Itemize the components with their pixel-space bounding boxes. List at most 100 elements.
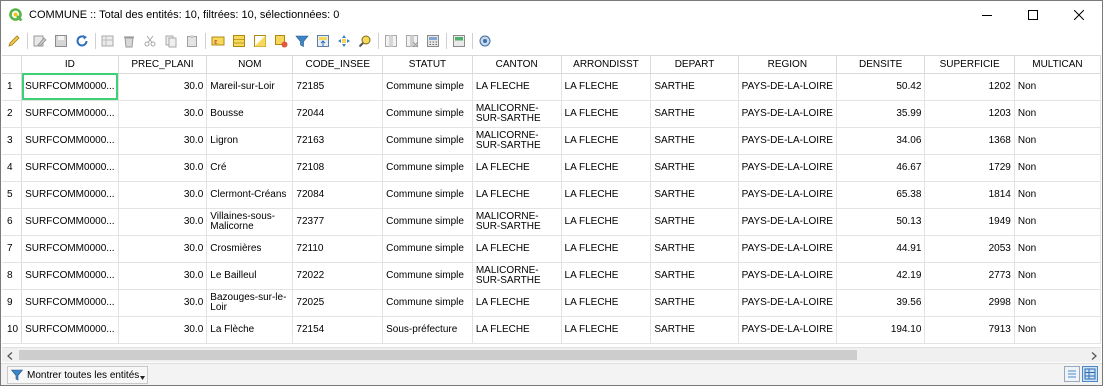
delete-feature-icon[interactable] bbox=[121, 33, 137, 49]
cell-statut[interactable]: Commune simple bbox=[382, 181, 473, 209]
conditional-formatting-icon[interactable] bbox=[451, 33, 467, 49]
cell-densite[interactable]: 42.19 bbox=[836, 262, 926, 290]
cell-id[interactable]: SURFCOMM0000... bbox=[21, 181, 119, 209]
cell-depart[interactable]: SARTHE bbox=[650, 316, 739, 344]
select-by-expression-icon[interactable]: ε bbox=[210, 33, 226, 49]
row-number[interactable]: 6 bbox=[2, 208, 23, 236]
cell-depart[interactable]: SARTHE bbox=[650, 127, 739, 155]
cell-superficie[interactable]: 1729 bbox=[924, 154, 1015, 182]
cell-region[interactable]: PAYS-DE-LA-LOIRE bbox=[738, 154, 837, 182]
row-number[interactable]: 4 bbox=[2, 154, 23, 182]
cell-code-insee[interactable]: 72163 bbox=[292, 127, 384, 155]
copy-icon[interactable] bbox=[163, 33, 179, 49]
cell-code-insee[interactable]: 72022 bbox=[292, 262, 384, 290]
show-all-features-button[interactable]: Montrer toutes les entités bbox=[7, 366, 148, 384]
cell-superficie[interactable]: 2773 bbox=[924, 262, 1015, 290]
actions-icon[interactable] bbox=[477, 33, 493, 49]
row-number[interactable]: 3 bbox=[2, 127, 23, 155]
cell-canton[interactable]: LA FLECHE bbox=[472, 289, 562, 317]
cell-id[interactable]: SURFCOMM0000... bbox=[21, 316, 119, 344]
row-number[interactable]: 10 bbox=[2, 316, 23, 344]
reload-icon[interactable] bbox=[74, 33, 90, 49]
cell-superficie[interactable]: 7913 bbox=[924, 316, 1015, 344]
cell-densite[interactable]: 34.06 bbox=[836, 127, 926, 155]
cell-id[interactable]: SURFCOMM0000... bbox=[21, 262, 119, 290]
row-number[interactable]: 2 bbox=[2, 100, 23, 128]
cell-code-insee[interactable]: 72377 bbox=[292, 208, 384, 236]
cell-superficie[interactable]: 1949 bbox=[924, 208, 1015, 236]
table-row[interactable]: 6 SURFCOMM0000... 30.0 Villaines-sous-Malic… bbox=[2, 208, 1101, 236]
cell-canton[interactable]: LA FLECHE bbox=[472, 154, 562, 182]
cell-prec-plani[interactable]: 30.0 bbox=[118, 181, 208, 209]
cell-prec-plani[interactable]: 30.0 bbox=[118, 208, 208, 236]
column-header[interactable]: REGION bbox=[738, 56, 837, 74]
cell-multican[interactable]: Non bbox=[1014, 316, 1101, 344]
paste-icon[interactable] bbox=[184, 33, 200, 49]
cell-nom[interactable]: Ligron bbox=[206, 127, 294, 155]
column-header[interactable]: SUPERFICIE bbox=[924, 56, 1015, 74]
cell-nom[interactable]: Villaines-sous-Malicorne bbox=[206, 208, 294, 236]
cell-code-insee[interactable]: 72185 bbox=[292, 73, 384, 101]
cell-depart[interactable]: SARTHE bbox=[650, 262, 739, 290]
cell-densite[interactable]: 65.38 bbox=[836, 181, 926, 209]
column-header[interactable]: STATUT bbox=[382, 56, 473, 74]
table-row[interactable]: 1 SURFCOMM0000... 30.0 Mareil-sur-Loir 72185… bbox=[2, 73, 1101, 101]
cell-nom[interactable]: Bousse bbox=[206, 100, 294, 128]
column-header[interactable]: DEPART bbox=[650, 56, 739, 74]
column-header[interactable]: PREC_PLANI bbox=[118, 56, 208, 74]
corner-cell[interactable] bbox=[2, 56, 23, 74]
scroll-right-button[interactable] bbox=[1086, 348, 1101, 363]
cell-multican[interactable]: Non bbox=[1014, 262, 1101, 290]
scroll-left-button[interactable] bbox=[2, 348, 17, 363]
scrollbar-thumb[interactable] bbox=[19, 350, 857, 360]
cell-canton[interactable]: MALICORNE-SUR-SARTHE bbox=[472, 262, 562, 290]
invert-selection-icon[interactable] bbox=[252, 33, 268, 49]
deselect-all-icon[interactable] bbox=[273, 33, 289, 49]
delete-field-icon[interactable] bbox=[404, 33, 420, 49]
cell-statut[interactable]: Commune simple bbox=[382, 235, 473, 263]
column-header[interactable]: CODE_INSEE bbox=[292, 56, 384, 74]
cell-nom[interactable]: Le Bailleul bbox=[206, 262, 294, 290]
cell-region[interactable]: PAYS-DE-LA-LOIRE bbox=[738, 127, 837, 155]
form-view-button[interactable] bbox=[1064, 366, 1080, 382]
cell-arrondisst[interactable]: LA FLECHE bbox=[561, 100, 652, 128]
attribute-table[interactable]: ID PREC_PLANI NOM CODE_INSEE STATUT CANT… bbox=[2, 55, 1101, 345]
cell-statut[interactable]: Commune simple bbox=[382, 127, 473, 155]
cell-id[interactable]: SURFCOMM0000... bbox=[21, 100, 119, 128]
cell-id[interactable]: SURFCOMM0000... bbox=[21, 235, 119, 263]
move-selection-top-icon[interactable] bbox=[315, 33, 331, 49]
cell-region[interactable]: PAYS-DE-LA-LOIRE bbox=[738, 100, 837, 128]
cell-canton[interactable]: MALICORNE-SUR-SARTHE bbox=[472, 100, 562, 128]
maximize-button[interactable] bbox=[1010, 1, 1056, 29]
cell-region[interactable]: PAYS-DE-LA-LOIRE bbox=[738, 289, 837, 317]
cell-prec-plani[interactable]: 30.0 bbox=[118, 100, 208, 128]
cell-region[interactable]: PAYS-DE-LA-LOIRE bbox=[738, 181, 837, 209]
cell-arrondisst[interactable]: LA FLECHE bbox=[561, 154, 652, 182]
cell-code-insee[interactable]: 72154 bbox=[292, 316, 384, 344]
cell-region[interactable]: PAYS-DE-LA-LOIRE bbox=[738, 73, 837, 101]
column-header[interactable]: ARRONDISST bbox=[561, 56, 652, 74]
table-row[interactable]: 3 SURFCOMM0000... 30.0 Ligron 72163 Commune s… bbox=[2, 127, 1101, 155]
cell-code-insee[interactable]: 72044 bbox=[292, 100, 384, 128]
cell-arrondisst[interactable]: LA FLECHE bbox=[561, 316, 652, 344]
table-view-button[interactable] bbox=[1082, 366, 1098, 382]
cell-statut[interactable]: Sous-préfecture bbox=[382, 316, 473, 344]
cell-prec-plani[interactable]: 30.0 bbox=[118, 316, 208, 344]
cell-canton[interactable]: LA FLECHE bbox=[472, 316, 562, 344]
cell-id[interactable]: SURFCOMM0000... bbox=[21, 208, 119, 236]
cell-multican[interactable]: Non bbox=[1014, 208, 1101, 236]
horizontal-scrollbar[interactable] bbox=[2, 347, 1101, 362]
cell-depart[interactable]: SARTHE bbox=[650, 100, 739, 128]
row-number[interactable]: 8 bbox=[2, 262, 23, 290]
cell-multican[interactable]: Non bbox=[1014, 181, 1101, 209]
table-row[interactable]: 4 SURFCOMM0000... 30.0 Cré 72108 Commune simp… bbox=[2, 154, 1101, 182]
add-feature-icon[interactable] bbox=[100, 33, 116, 49]
zoom-to-selection-icon[interactable] bbox=[357, 33, 373, 49]
pan-to-selection-icon[interactable] bbox=[336, 33, 352, 49]
cell-id[interactable]: SURFCOMM0000... bbox=[21, 127, 119, 155]
cell-code-insee[interactable]: 72025 bbox=[292, 289, 384, 317]
cell-nom[interactable]: Clermont-Créans bbox=[206, 181, 294, 209]
row-number[interactable]: 1 bbox=[2, 73, 23, 101]
cell-multican[interactable]: Non bbox=[1014, 100, 1101, 128]
cell-densite[interactable]: 50.13 bbox=[836, 208, 926, 236]
